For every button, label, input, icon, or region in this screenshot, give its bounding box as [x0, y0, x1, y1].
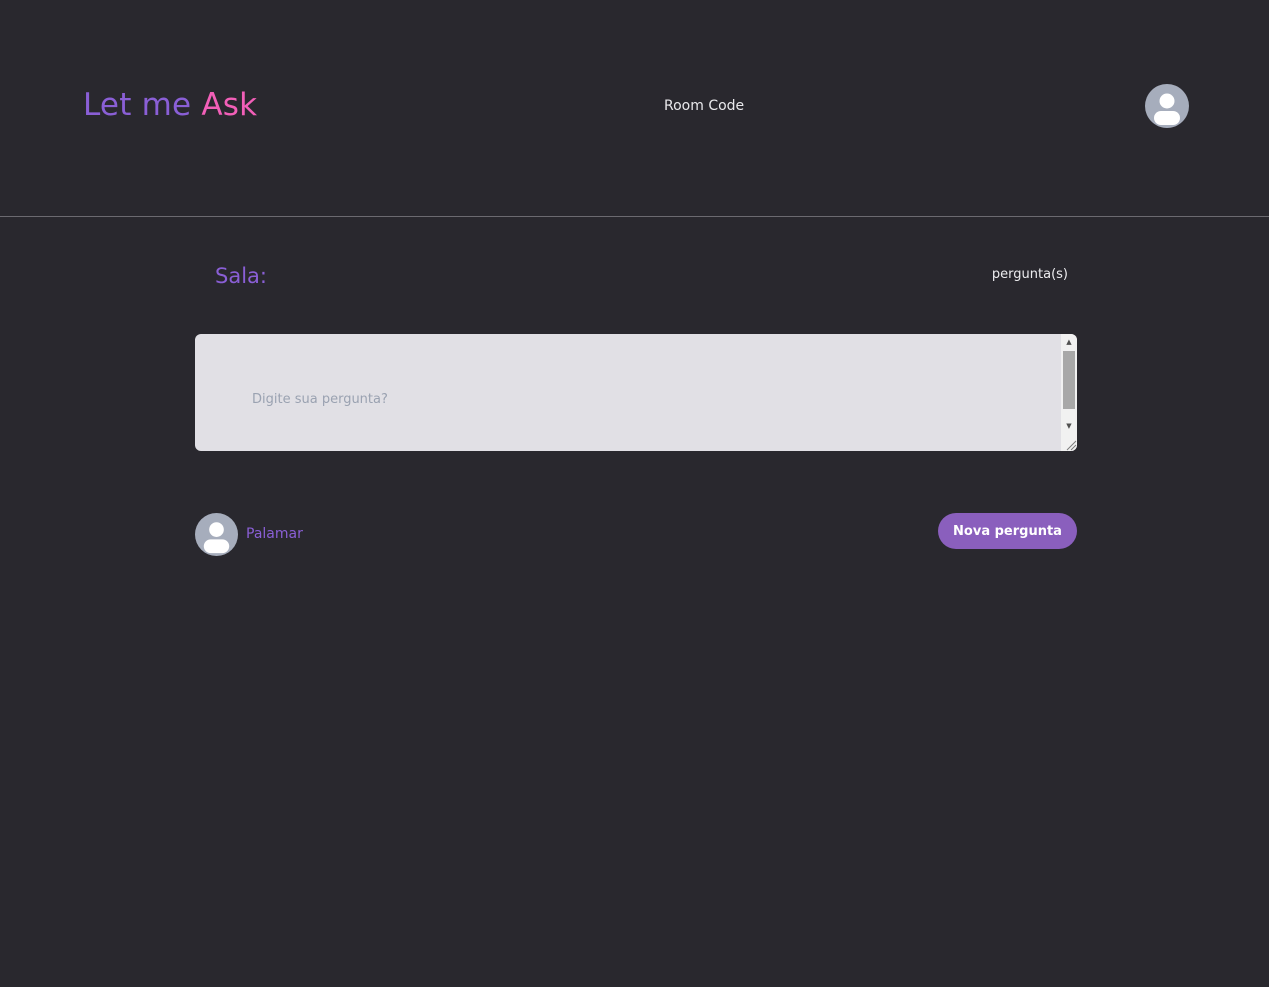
user-info: Palamar: [195, 512, 303, 556]
user-avatar-icon: [1154, 93, 1180, 125]
resize-grip-icon[interactable]: [1065, 439, 1077, 451]
room-main: Sala: pergunta(s) ▲ ▼ Palamar Nova pergu…: [195, 218, 1077, 556]
textarea-scrollbar[interactable]: ▲ ▼: [1061, 334, 1077, 451]
room-title-row: Sala: pergunta(s): [195, 218, 1077, 334]
scroll-thumb[interactable]: [1063, 351, 1075, 409]
logo-text-ask: Ask: [201, 87, 258, 123]
app-logo[interactable]: Let me Ask: [83, 86, 257, 124]
user-avatar-icon: [203, 521, 230, 553]
question-input-wrapper: ▲ ▼: [195, 334, 1077, 451]
logo-text-let-me: Let me: [83, 87, 192, 123]
question-textarea[interactable]: [195, 334, 1061, 451]
header-avatar[interactable]: [1145, 84, 1189, 128]
user-avatar: [195, 512, 238, 556]
scroll-up-arrow-icon[interactable]: ▲: [1061, 334, 1077, 350]
scroll-down-arrow-icon[interactable]: ▼: [1061, 418, 1077, 434]
page-header: Let me Ask Room Code: [0, 0, 1269, 217]
room-code-button[interactable]: Room Code: [664, 96, 744, 116]
user-name: Palamar: [246, 526, 303, 542]
form-footer: Palamar Nova pergunta: [195, 512, 1077, 556]
room-title: Sala:: [215, 264, 267, 288]
new-question-button[interactable]: Nova pergunta: [938, 513, 1077, 549]
question-count: pergunta(s): [991, 267, 1068, 282]
